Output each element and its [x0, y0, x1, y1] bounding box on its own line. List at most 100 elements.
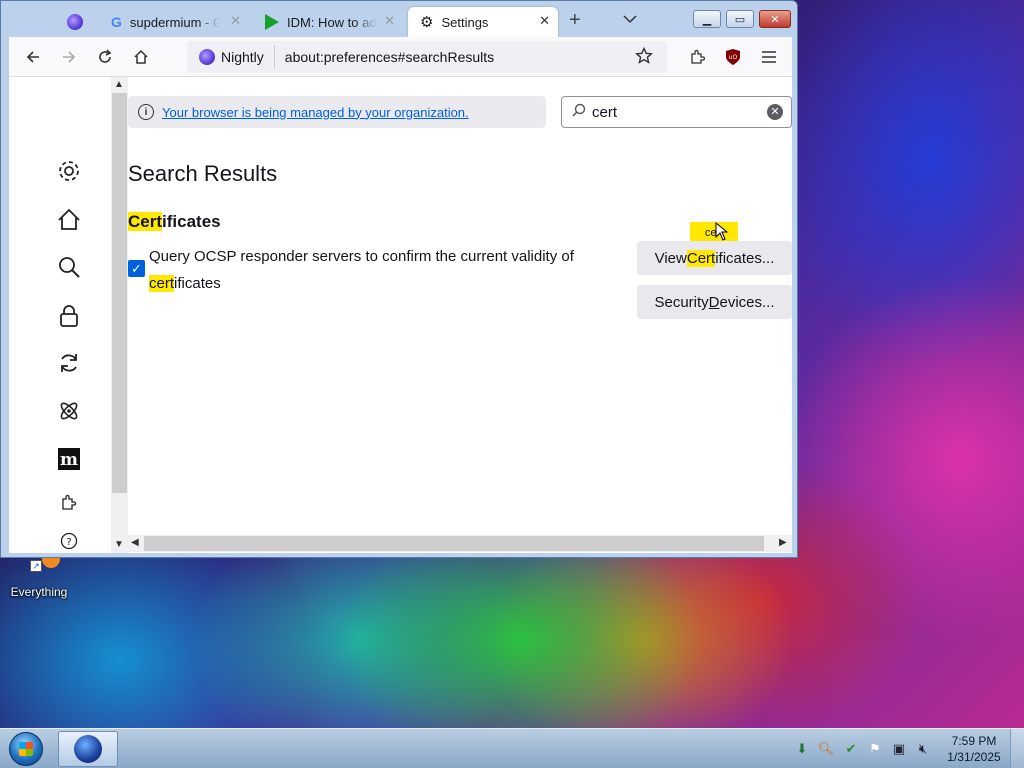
- sidebar-item-support[interactable]: ?: [56, 528, 82, 554]
- everything-icon: ↗: [28, 558, 60, 578]
- hamburger-icon: [762, 51, 776, 63]
- scrollbar-thumb[interactable]: [144, 536, 764, 551]
- clear-search-icon[interactable]: ✕: [767, 104, 783, 120]
- nightly-icon: [199, 49, 215, 65]
- svg-text:?: ?: [66, 537, 71, 548]
- system-clock[interactable]: 7:59 PM 1/31/2025: [940, 733, 1008, 765]
- bookmark-star-icon[interactable]: [635, 46, 653, 68]
- sidebar-item-extensions[interactable]: [56, 490, 82, 516]
- sidebar-item-home[interactable]: [56, 207, 82, 233]
- home-button[interactable]: [129, 45, 153, 69]
- menu-button[interactable]: [757, 45, 781, 69]
- desktop-icon-everything[interactable]: ↗ Everything: [6, 558, 72, 599]
- new-tab-button[interactable]: +: [569, 9, 581, 32]
- nightly-icon: [74, 735, 102, 763]
- scroll-up-arrow-icon[interactable]: ▲: [114, 79, 124, 90]
- back-button[interactable]: [21, 45, 45, 69]
- tab-list-button[interactable]: [623, 11, 637, 29]
- close-icon[interactable]: ✕: [384, 13, 395, 29]
- minimize-button[interactable]: ▁: [693, 10, 721, 28]
- sidebar-item-more-from-mozilla[interactable]: m: [56, 446, 82, 472]
- url-text[interactable]: about:preferences#searchResults: [275, 49, 494, 65]
- certificates-section-title: Certificates: [128, 212, 221, 231]
- tray-search-icon[interactable]: 🔍︎: [818, 741, 835, 757]
- scroll-left-arrow-icon[interactable]: ◀: [131, 537, 139, 548]
- tab-bar: G supdermium - G ✕ IDM: How to ad ✕ ⚙ Se…: [9, 5, 792, 37]
- sidebar-item-privacy[interactable]: [56, 303, 82, 329]
- volume-muted-icon[interactable]: 🔇︎: [915, 741, 931, 757]
- nav-bar: Nightly about:preferences#searchResults …: [9, 37, 792, 77]
- ublock-shield-icon: uO: [726, 49, 740, 65]
- flag-icon[interactable]: ⚑: [867, 741, 883, 757]
- taskbar: ⬇ 🔍︎ ✔ ⚑ ▣ 🔇︎ 7:59 PM 1/31/2025: [0, 728, 1024, 768]
- reload-button[interactable]: [93, 45, 117, 69]
- identity-box[interactable]: Nightly: [187, 45, 275, 69]
- ocsp-checkbox[interactable]: ✓: [128, 260, 145, 277]
- home-icon: [134, 49, 148, 64]
- managed-policies-link[interactable]: Your browser is being managed by your or…: [162, 105, 469, 120]
- browser-window: G supdermium - G ✕ IDM: How to ad ✕ ⚙ Se…: [0, 0, 798, 558]
- reload-icon: [99, 49, 112, 63]
- clock-time: 7:59 PM: [951, 734, 997, 748]
- scrollbar-thumb[interactable]: [112, 93, 127, 493]
- settings-page: m ? ▲ ▼ i Your browser is being managed …: [9, 77, 792, 553]
- ocsp-checkbox-label[interactable]: Query OCSP responder servers to confirm …: [149, 243, 609, 297]
- identity-label: Nightly: [221, 49, 264, 65]
- nightly-icon: [67, 14, 83, 30]
- mozilla-m-icon: m: [58, 448, 80, 470]
- home-icon: [58, 208, 80, 230]
- extensions-button[interactable]: [685, 45, 709, 69]
- svg-text:m: m: [60, 450, 78, 470]
- close-icon[interactable]: ✕: [539, 13, 550, 29]
- windows-orb-icon: [9, 732, 43, 766]
- tab-idm[interactable]: IDM: How to ad ✕: [253, 7, 403, 37]
- vertical-scrollbar[interactable]: ▲ ▼: [111, 77, 128, 553]
- close-icon[interactable]: ✕: [230, 13, 241, 29]
- search-icon: [572, 103, 586, 121]
- puzzle-icon: [62, 494, 77, 510]
- search-results-heading: Search Results: [128, 161, 278, 186]
- gear-icon: [59, 161, 79, 181]
- scroll-right-arrow-icon[interactable]: ▶: [779, 537, 787, 548]
- security-devices-button[interactable]: Security Devices...: [637, 285, 792, 319]
- forward-button[interactable]: [57, 45, 81, 69]
- sidebar-item-search[interactable]: [56, 254, 82, 280]
- info-icon: i: [138, 104, 154, 120]
- clock-date: 1/31/2025: [947, 750, 1001, 764]
- atom-icon: [60, 402, 78, 420]
- close-window-button[interactable]: ✕: [759, 10, 791, 28]
- settings-search-input[interactable]: cert ✕: [561, 96, 792, 128]
- puzzle-icon: [691, 49, 705, 64]
- scroll-down-arrow-icon[interactable]: ▼: [114, 539, 124, 550]
- start-button[interactable]: [4, 731, 48, 767]
- url-bar[interactable]: Nightly about:preferences#searchResults: [187, 41, 667, 73]
- sidebar-item-general[interactable]: [56, 158, 82, 184]
- mouse-cursor-icon: [715, 222, 729, 241]
- view-certificates-button[interactable]: View Cert ificates...: [637, 241, 792, 275]
- search-icon: [59, 257, 80, 278]
- tab-settings[interactable]: ⚙ Settings ✕: [408, 7, 558, 37]
- maximize-button[interactable]: ▭: [726, 10, 754, 28]
- tray-network-icon[interactable]: ⬇: [794, 741, 810, 757]
- tray-display-icon[interactable]: ▣: [891, 741, 907, 757]
- help-icon: ?: [60, 532, 78, 550]
- settings-sidebar: m ?: [9, 77, 111, 553]
- taskbar-app-nightly[interactable]: [58, 731, 118, 767]
- show-desktop-button[interactable]: [1010, 729, 1024, 768]
- forward-arrow-icon: [63, 51, 76, 63]
- sidebar-item-sync[interactable]: [56, 350, 82, 376]
- idm-icon: [265, 14, 279, 30]
- tab-title: IDM: How to ad: [287, 14, 377, 30]
- google-icon: G: [111, 14, 122, 30]
- tab-nightly[interactable]: [55, 7, 95, 37]
- sidebar-item-experimental[interactable]: [56, 398, 82, 424]
- svg-text:uO: uO: [729, 54, 738, 61]
- tray-security-icon[interactable]: ✔: [843, 741, 859, 757]
- horizontal-scrollbar[interactable]: ◀ ▶: [128, 535, 792, 552]
- search-input-value[interactable]: cert: [592, 104, 617, 121]
- gear-icon: ⚙: [420, 14, 434, 31]
- tab-title: supdermium - G: [129, 14, 220, 30]
- tab-supdermium[interactable]: G supdermium - G ✕: [99, 7, 249, 37]
- tab-title: Settings: [441, 14, 489, 30]
- ublock-button[interactable]: uO: [721, 45, 745, 69]
